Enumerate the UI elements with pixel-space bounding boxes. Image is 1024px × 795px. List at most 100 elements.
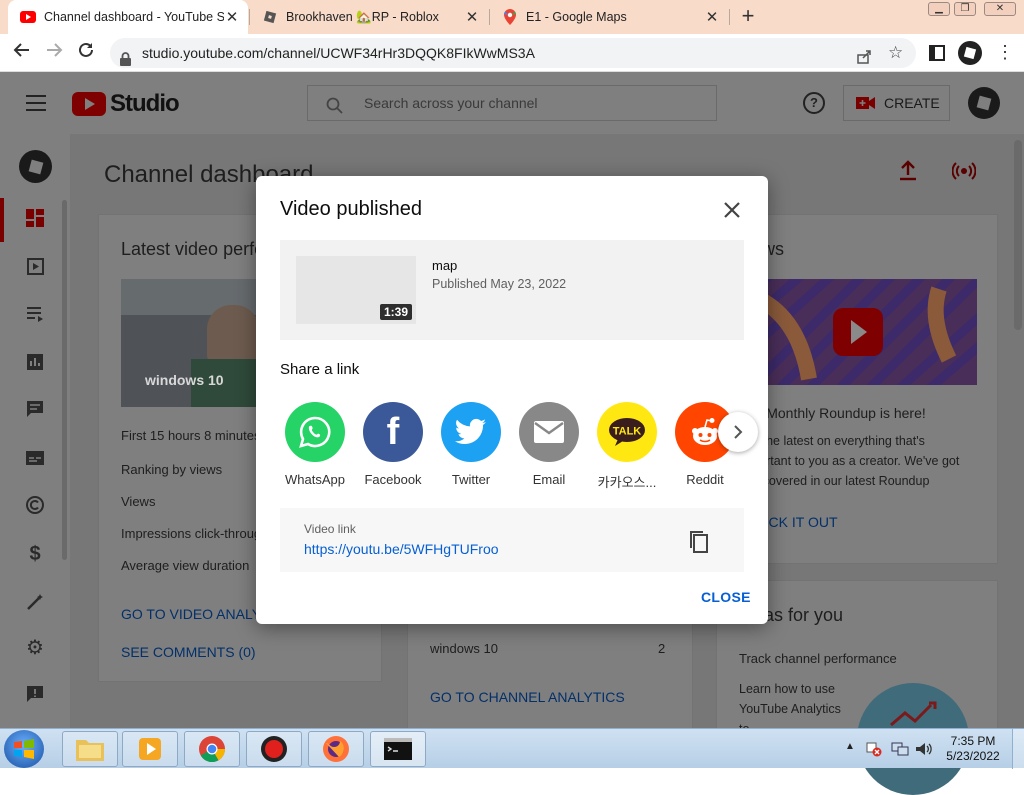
copy-icon[interactable] [688,530,710,559]
create-button[interactable]: CREATE [843,85,950,121]
share-label: Facebook [364,472,422,487]
bookmark-star-icon[interactable]: ☆ [888,43,903,63]
share-email-button[interactable]: Email [519,402,579,487]
video-link-box: Video link https://youtu.be/5WFHgTUFroo [280,508,744,572]
share-whatsapp-button[interactable]: WhatsApp [285,402,345,487]
media-player-button[interactable] [122,731,178,767]
dialog-title: Video published [280,198,422,220]
see-comments-link[interactable]: SEE COMMENTS (0) [121,644,256,660]
folder-icon [76,740,104,761]
video-thumbnail[interactable]: 1:39 [296,256,416,324]
close-button[interactable]: CLOSE [701,589,751,605]
close-window-button[interactable]: ✕ [984,2,1016,16]
email-icon [519,402,579,462]
copyright-icon[interactable] [24,495,46,517]
tab-divider [729,9,730,25]
metric-row: Ranking by views [121,462,223,477]
content-icon[interactable] [24,256,46,278]
channel-avatar[interactable] [19,150,52,183]
back-icon[interactable] [9,40,35,66]
action-center-icon[interactable] [866,741,882,762]
url-text: studio.youtube.com/channel/UCWF34rHr3DQQ… [142,45,535,61]
share-page-icon[interactable] [856,45,872,75]
share-twitter-button[interactable]: Twitter [441,402,501,487]
hamburger-menu-icon[interactable] [26,95,46,111]
firefox-button[interactable] [308,731,364,767]
system-clock[interactable]: 7:35 PM 5/23/2022 [940,734,1006,764]
studio-search-input[interactable]: Search across your channel [307,85,717,121]
new-tab-button[interactable]: + [736,4,760,28]
analytics-icon[interactable] [24,352,46,374]
video-link-url[interactable]: https://youtu.be/5WFHgTUFroo [304,541,499,557]
command-prompt-button[interactable] [370,731,426,767]
record-icon [261,736,287,762]
maximize-button[interactable]: ❐ [954,2,976,16]
file-explorer-button[interactable] [62,731,118,767]
studio-header: Studio Search across your channel ? CREA… [0,72,1024,134]
video-camera-icon [856,97,875,109]
settings-icon[interactable]: ⚙ [24,637,46,659]
tab-roblox[interactable]: Brookhaven 🏡RP - Roblox ✕ [250,0,488,34]
share-kakaostory-button[interactable]: TALK 카카오스... [597,402,657,491]
sidepanel-icon[interactable] [929,45,945,61]
media-player-icon [139,738,161,760]
share-label: 카카오스... [597,475,657,490]
show-desktop-button[interactable] [1012,729,1024,769]
minimize-button[interactable]: ▁ [928,2,950,16]
terminal-icon [384,738,412,760]
video-title: map [432,258,458,273]
news-thumbnail[interactable] [739,279,977,385]
start-button[interactable] [4,730,44,768]
help-icon[interactable]: ? [803,92,825,114]
playlists-icon[interactable] [24,304,46,326]
upload-icon[interactable] [898,160,918,187]
chrome-icon [199,736,226,763]
idea-title: Track channel performance [739,651,897,666]
browser-tab-bar: Channel dashboard - YouTube Studio ✕ Bro… [0,0,1024,34]
go-live-icon[interactable] [951,160,977,187]
share-label: WhatsApp [285,472,345,487]
kakaotalk-icon: TALK [597,402,657,462]
subtitles-icon[interactable] [24,448,46,470]
youtube-icon [20,9,36,25]
close-tab-icon[interactable]: ✕ [224,8,240,26]
share-heading: Share a link [280,361,360,378]
profile-avatar[interactable] [958,41,982,65]
tab-title: E1 - Google Maps [526,10,627,24]
volume-icon[interactable] [914,740,932,763]
comments-icon[interactable] [24,399,46,421]
account-avatar[interactable] [968,87,1000,119]
close-tab-icon[interactable]: ✕ [464,8,480,26]
close-icon[interactable] [720,198,744,222]
sidebar-scrollbar[interactable] [62,200,67,560]
studio-logo[interactable]: Studio [72,90,180,118]
clock-time: 7:35 PM [950,734,996,748]
monetization-icon[interactable]: $ [24,543,46,565]
close-tab-icon[interactable]: ✕ [704,8,720,26]
browser-menu-icon[interactable]: ⋮ [996,42,1014,62]
metric-row: Average view duration [121,558,250,573]
facebook-icon: f [363,402,423,462]
firefox-icon [323,736,349,762]
news-body: Get the latest on everything that's impo… [739,434,960,488]
share-next-button[interactable] [718,412,758,452]
go-to-channel-analytics-link[interactable]: GO TO CHANNEL ANALYTICS [430,689,625,705]
customization-icon[interactable] [24,592,46,614]
forward-icon[interactable] [41,40,67,66]
top-video-views: 2 [658,641,666,656]
windows-logo-icon [14,739,34,759]
feedback-icon[interactable] [24,684,46,706]
top-video-title: windows 10 [430,641,498,656]
show-hidden-icons-arrow[interactable]: ▲ [845,741,855,752]
dashboard-icon[interactable] [24,208,46,230]
chrome-button[interactable] [184,731,240,767]
address-bar[interactable]: studio.youtube.com/channel/UCWF34rHr3DQQ… [110,38,916,68]
network-icon[interactable] [891,741,909,762]
reload-icon[interactable] [73,40,99,66]
tab-google-maps[interactable]: E1 - Google Maps ✕ [490,0,728,34]
person-figure [207,305,259,365]
tab-youtube-studio[interactable]: Channel dashboard - YouTube Studio ✕ [8,0,248,34]
recorder-button[interactable] [246,731,302,767]
share-facebook-button[interactable]: f Facebook [363,402,423,487]
main-scrollbar[interactable] [1014,140,1022,330]
